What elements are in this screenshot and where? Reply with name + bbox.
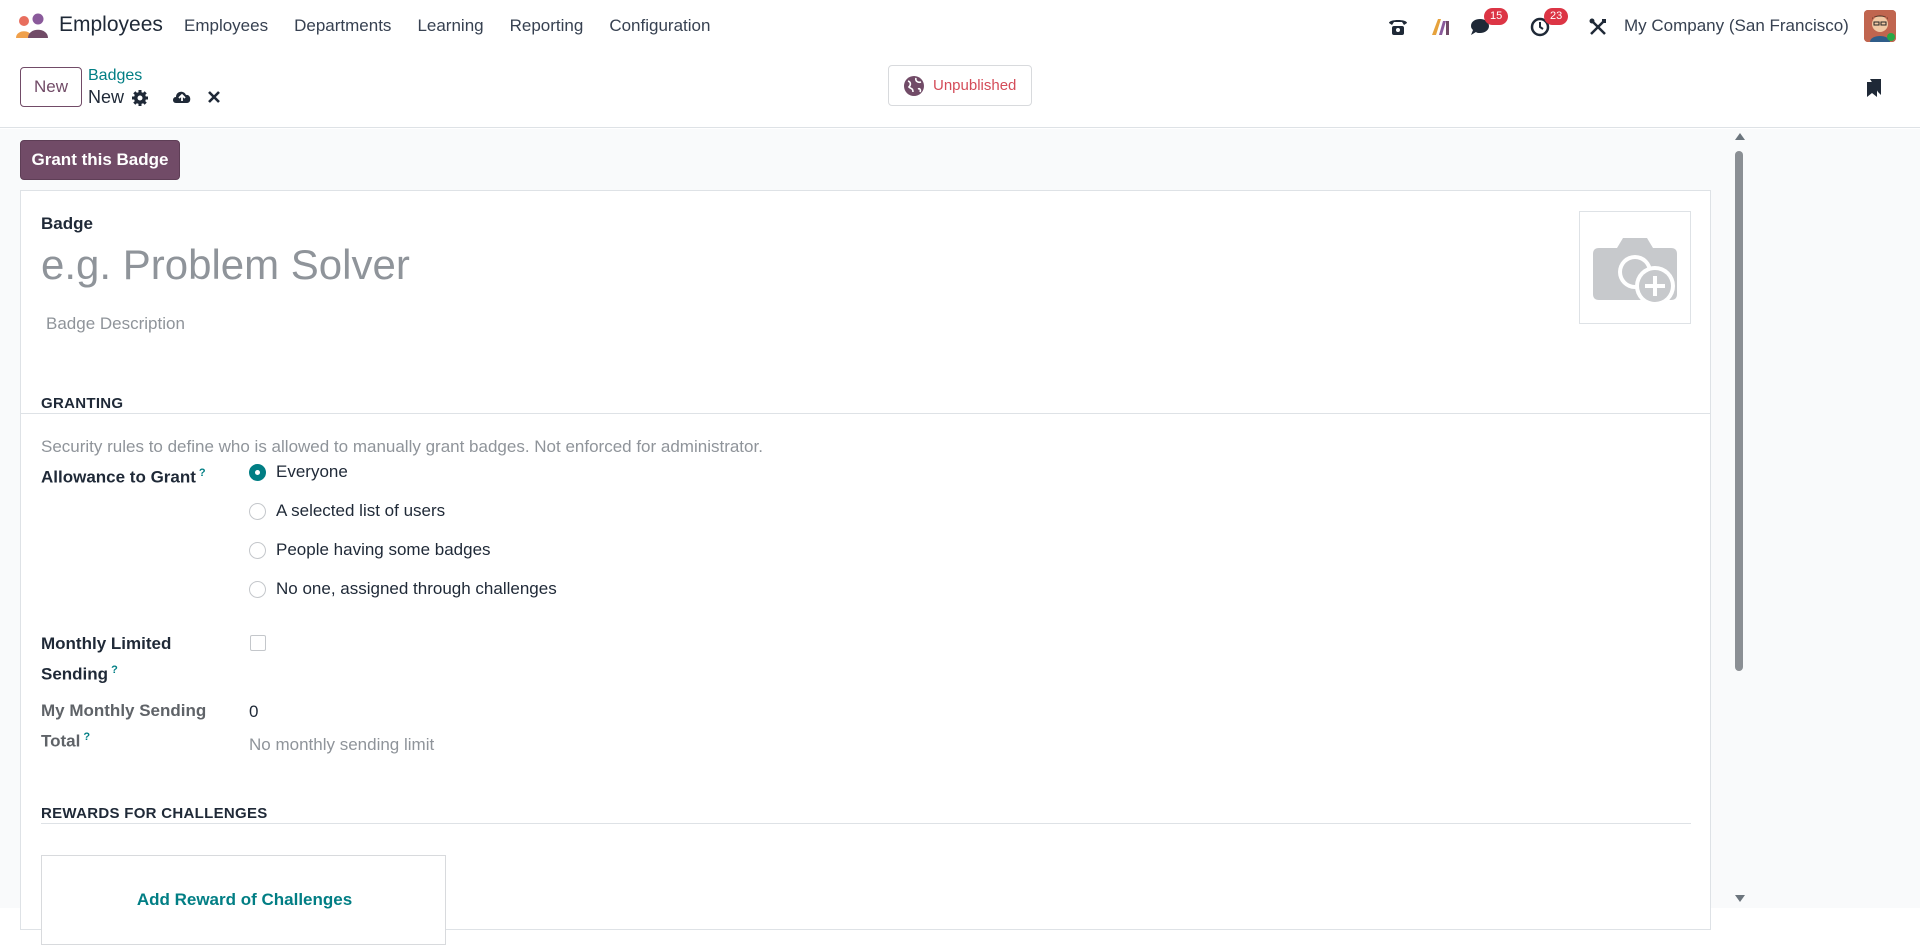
bookmark-icon[interactable]: [1866, 78, 1882, 98]
allowance-option-label: People having some badges: [276, 540, 491, 559]
form-sheet: Badge e.g. Problem Solver Badge Descript…: [20, 190, 1711, 945]
monthly-total-tooltip[interactable]: ?: [83, 731, 90, 743]
allowance-option-users[interactable]: A selected list of users: [249, 501, 445, 521]
monthly-limited-checkbox[interactable]: [250, 635, 266, 651]
add-reward-card[interactable]: Add Reward of Challenges: [41, 855, 446, 945]
rewards-divider: [41, 823, 1691, 824]
form-content: Grant this Badge Badge e.g. Problem Solv…: [0, 129, 1920, 945]
phone-icon: [1389, 20, 1407, 35]
activities-count-badge: 23: [1544, 8, 1569, 25]
grant-badge-button[interactable]: Grant this Badge: [20, 140, 180, 180]
tools-icon: [1589, 18, 1606, 35]
badge-name-input[interactable]: e.g. Problem Solver: [41, 241, 410, 289]
gear-icon[interactable]: [131, 89, 149, 107]
globe-icon: [904, 75, 924, 96]
allowance-label: Allowance to Grant?: [41, 460, 206, 491]
scrollbar-thumb[interactable]: [1735, 151, 1743, 671]
tools-button[interactable]: [1586, 12, 1610, 42]
allowance-label-text: Allowance to Grant: [41, 467, 196, 487]
monthly-limited-label-line1: Monthly Limited: [41, 634, 172, 653]
radio-unchecked[interactable]: [249, 502, 266, 520]
ai-icon: [1432, 19, 1449, 35]
monthly-limited-label-line2: Sending: [41, 664, 109, 684]
main-menu: Employees Departments Learning Reporting…: [184, 16, 736, 36]
monthly-total-value: 0: [249, 702, 259, 721]
scroll-down-arrow-icon[interactable]: [1735, 895, 1745, 902]
activities-button[interactable]: 23: [1528, 8, 1569, 42]
menu-reporting[interactable]: Reporting: [510, 16, 584, 36]
allowance-option-label: Everyone: [276, 462, 348, 481]
add-reward-link[interactable]: Add Reward of Challenges: [42, 890, 447, 910]
avatar[interactable]: [1864, 10, 1896, 42]
badge-label: Badge: [41, 214, 93, 233]
granting-help-text: Security rules to define who is allowed …: [41, 437, 763, 456]
allowance-option-everyone[interactable]: Everyone: [249, 462, 348, 482]
top-navbar: Employees Employees Departments Learning…: [0, 0, 1920, 54]
menu-employees[interactable]: Employees: [184, 16, 268, 36]
radio-unchecked[interactable]: [249, 580, 266, 598]
menu-departments[interactable]: Departments: [294, 16, 391, 36]
radio-checked[interactable]: [249, 463, 266, 481]
allowance-option-label: No one, assigned through challenges: [276, 579, 557, 598]
rewards-section-title: REWARDS FOR CHALLENGES: [41, 805, 268, 822]
allowance-tooltip[interactable]: ?: [199, 467, 206, 479]
messages-button[interactable]: 15: [1468, 8, 1509, 42]
granting-section-title: GRANTING: [41, 395, 124, 412]
badge-image-upload[interactable]: [1579, 211, 1691, 324]
breadcrumb-parent[interactable]: Badges: [88, 67, 142, 85]
messages-count-badge: 15: [1484, 8, 1509, 25]
phone-button[interactable]: [1386, 12, 1410, 42]
badge-description-input[interactable]: Badge Description: [46, 314, 185, 334]
monthly-total-label-line2: Total: [41, 731, 81, 751]
control-panel: New Badges New Unpublished: [0, 54, 1920, 128]
monthly-limited-tooltip[interactable]: ?: [111, 664, 118, 676]
app-name[interactable]: Employees: [59, 13, 163, 37]
company-switcher[interactable]: My Company (San Francisco): [1624, 16, 1849, 36]
scrollbar[interactable]: [1732, 129, 1746, 908]
monthly-total-note: No monthly sending limit: [249, 735, 435, 754]
new-button[interactable]: New: [20, 67, 82, 107]
allowance-option-having[interactable]: People having some badges: [249, 540, 491, 560]
close-icon[interactable]: [206, 89, 222, 105]
menu-configuration[interactable]: Configuration: [609, 16, 710, 36]
publish-status-button[interactable]: Unpublished: [888, 65, 1032, 106]
publish-status-label: Unpublished: [933, 77, 1017, 94]
allowance-option-label: A selected list of users: [276, 501, 446, 520]
monthly-limited-label: Monthly Limited Sending?: [41, 631, 171, 688]
ai-button[interactable]: [1428, 12, 1452, 42]
camera-plus-icon: [1593, 237, 1677, 306]
granting-divider: [21, 413, 1710, 414]
radio-unchecked[interactable]: [249, 541, 266, 559]
cloud-upload-icon[interactable]: [171, 87, 193, 105]
monthly-total-label: My Monthly Sending Total?: [41, 698, 206, 755]
user-avatar-icon: [1864, 10, 1896, 42]
app-logo-icon[interactable]: [14, 12, 50, 40]
monthly-total-label-line1: My Monthly Sending: [41, 701, 207, 720]
breadcrumb-current: New: [88, 87, 125, 107]
scroll-up-arrow-icon[interactable]: [1735, 133, 1745, 140]
menu-learning[interactable]: Learning: [417, 16, 483, 36]
allowance-option-nobody[interactable]: No one, assigned through challenges: [249, 579, 557, 599]
